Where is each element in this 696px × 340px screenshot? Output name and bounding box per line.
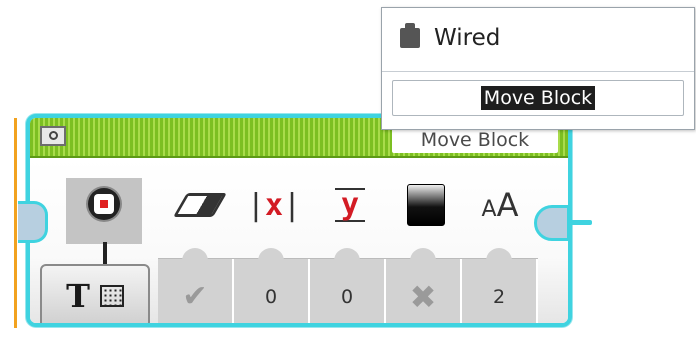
block-name-text: Move Block <box>480 86 596 110</box>
sequence-output-plug[interactable] <box>534 205 570 241</box>
sequence-input-plug[interactable] <box>18 201 48 243</box>
sequence-wire <box>568 220 592 225</box>
popup-divider <box>382 71 694 72</box>
eraser-icon <box>168 180 232 230</box>
font-value: 2 <box>492 285 506 308</box>
y-value: 0 <box>340 285 354 308</box>
font-size-icon: AA <box>481 186 519 224</box>
x-coordinate-icon: |x| <box>246 187 302 223</box>
x-param[interactable]: 0 <box>234 248 310 323</box>
wired-label: Wired <box>434 25 501 51</box>
block-title[interactable]: Move Block <box>392 127 558 153</box>
display-block[interactable]: Move Block |x| y AA ✔ 0 0 ✖ 2 T <box>26 114 572 327</box>
block-name-popup: Wired Move Block <box>381 7 695 130</box>
text-letter-icon: T <box>66 277 90 315</box>
parameter-row: ✔ 0 0 ✖ 2 <box>158 248 538 323</box>
sequence-edge <box>14 118 17 328</box>
grid-icon <box>99 285 124 307</box>
wired-option[interactable]: Wired <box>400 22 500 54</box>
clear-screen-param[interactable]: ✔ <box>158 248 234 323</box>
display-shape-icon <box>88 188 120 220</box>
mode-selector[interactable] <box>66 178 142 244</box>
fill-color-icon <box>394 180 458 230</box>
y-coordinate-icon: y <box>318 180 382 230</box>
fill-param[interactable]: ✖ <box>386 248 462 323</box>
block-body: |x| y AA ✔ 0 0 ✖ 2 T <box>30 158 568 323</box>
checkmark-icon: ✔ <box>182 279 208 314</box>
x-value: 0 <box>264 285 278 308</box>
block-comment-icon[interactable] <box>40 126 66 146</box>
block-name-field[interactable]: Move Block <box>392 80 684 116</box>
cross-icon: ✖ <box>409 277 437 316</box>
text-mode-button[interactable]: T <box>40 264 150 323</box>
font-param[interactable]: 2 <box>462 248 538 323</box>
brick-icon <box>400 23 420 48</box>
y-param[interactable]: 0 <box>310 248 386 323</box>
